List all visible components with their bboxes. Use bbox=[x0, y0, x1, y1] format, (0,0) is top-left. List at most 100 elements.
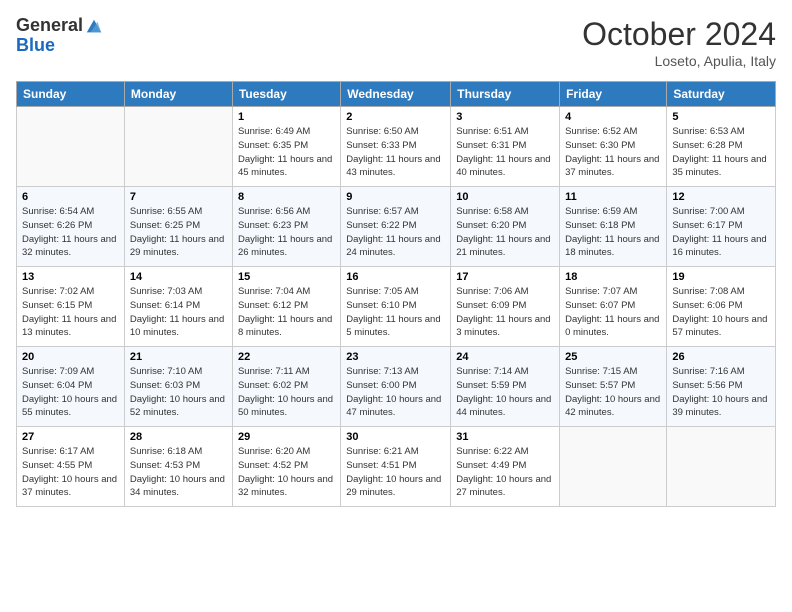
calendar-cell: 5 Sunrise: 6:53 AM Sunset: 6:28 PM Daylig… bbox=[667, 107, 776, 187]
calendar-cell: 27 Sunrise: 6:17 AM Sunset: 4:55 PM Dayli… bbox=[17, 427, 125, 507]
logo: General Blue bbox=[16, 16, 103, 56]
logo-general: General bbox=[16, 16, 83, 36]
calendar-cell: 28Sunrise: 6:18 AM Sunset: 4:53 PM Dayli… bbox=[124, 427, 232, 507]
calendar-cell: 15 Sunrise: 7:04 AM Sunset: 6:12 PM Dayli… bbox=[232, 267, 340, 347]
day-info: Sunrise: 6:18 AM Sunset: 4:53 PM Dayligh… bbox=[130, 445, 227, 500]
day-info: Sunrise: 7:02 AM Sunset: 6:15 PM Dayligh… bbox=[22, 285, 119, 340]
day-number: 31 bbox=[456, 431, 554, 443]
calendar-cell bbox=[124, 107, 232, 187]
day-number: 27 bbox=[22, 431, 119, 443]
location-subtitle: Loseto, Apulia, Italy bbox=[582, 53, 776, 69]
calendar-cell: 17 Sunrise: 7:06 AM Sunset: 6:09 PM Dayli… bbox=[451, 267, 560, 347]
day-number: 12 bbox=[672, 191, 770, 203]
day-number: 24 bbox=[456, 351, 554, 363]
day-info: Sunrise: 7:05 AM Sunset: 6:10 PM Dayligh… bbox=[346, 285, 445, 340]
day-info: Sunrise: 7:14 AM Sunset: 5:59 PM Dayligh… bbox=[456, 365, 554, 420]
day-info: Sunrise: 6:54 AM Sunset: 6:26 PM Dayligh… bbox=[22, 205, 119, 260]
day-number: 1 bbox=[238, 111, 335, 123]
day-info: Sunrise: 7:11 AM Sunset: 6:02 PM Dayligh… bbox=[238, 365, 335, 420]
calendar-week-1: 6 Sunrise: 6:54 AM Sunset: 6:26 PM Daylig… bbox=[17, 187, 776, 267]
title-block: October 2024 Loseto, Apulia, Italy bbox=[582, 16, 776, 69]
day-info: Sunrise: 7:04 AM Sunset: 6:12 PM Dayligh… bbox=[238, 285, 335, 340]
day-number: 14 bbox=[130, 271, 227, 283]
calendar-week-4: 27 Sunrise: 6:17 AM Sunset: 4:55 PM Dayli… bbox=[17, 427, 776, 507]
calendar-cell: 11 Sunrise: 6:59 AM Sunset: 6:18 PM Dayli… bbox=[560, 187, 667, 267]
day-info: Sunrise: 6:51 AM Sunset: 6:31 PM Dayligh… bbox=[456, 125, 554, 180]
day-info: Sunrise: 7:07 AM Sunset: 6:07 PM Dayligh… bbox=[565, 285, 661, 340]
day-number: 25 bbox=[565, 351, 661, 363]
header-cell-thursday: Thursday bbox=[451, 82, 560, 107]
calendar-week-3: 20Sunrise: 7:09 AM Sunset: 6:04 PM Dayli… bbox=[17, 347, 776, 427]
calendar-week-0: 1 Sunrise: 6:49 AM Sunset: 6:35 PM Daylig… bbox=[17, 107, 776, 187]
calendar-cell: 10Sunrise: 6:58 AM Sunset: 6:20 PM Dayli… bbox=[451, 187, 560, 267]
header-cell-friday: Friday bbox=[560, 82, 667, 107]
day-number: 11 bbox=[565, 191, 661, 203]
calendar-body: 1 Sunrise: 6:49 AM Sunset: 6:35 PM Daylig… bbox=[17, 107, 776, 507]
day-number: 5 bbox=[672, 111, 770, 123]
day-info: Sunrise: 7:06 AM Sunset: 6:09 PM Dayligh… bbox=[456, 285, 554, 340]
day-number: 18 bbox=[565, 271, 661, 283]
day-number: 15 bbox=[238, 271, 335, 283]
calendar-cell: 16 Sunrise: 7:05 AM Sunset: 6:10 PM Dayli… bbox=[341, 267, 451, 347]
calendar-header: SundayMondayTuesdayWednesdayThursdayFrid… bbox=[17, 82, 776, 107]
calendar-cell: 20Sunrise: 7:09 AM Sunset: 6:04 PM Dayli… bbox=[17, 347, 125, 427]
calendar-cell: 23 Sunrise: 7:13 AM Sunset: 6:00 PM Dayli… bbox=[341, 347, 451, 427]
header-cell-sunday: Sunday bbox=[17, 82, 125, 107]
day-info: Sunrise: 7:03 AM Sunset: 6:14 PM Dayligh… bbox=[130, 285, 227, 340]
day-info: Sunrise: 6:55 AM Sunset: 6:25 PM Dayligh… bbox=[130, 205, 227, 260]
calendar-cell: 26Sunrise: 7:16 AM Sunset: 5:56 PM Dayli… bbox=[667, 347, 776, 427]
logo-text: General Blue bbox=[16, 16, 103, 56]
calendar-cell: 2 Sunrise: 6:50 AM Sunset: 6:33 PM Daylig… bbox=[341, 107, 451, 187]
day-number: 9 bbox=[346, 191, 445, 203]
calendar-week-2: 13Sunrise: 7:02 AM Sunset: 6:15 PM Dayli… bbox=[17, 267, 776, 347]
calendar-cell: 25Sunrise: 7:15 AM Sunset: 5:57 PM Dayli… bbox=[560, 347, 667, 427]
day-number: 2 bbox=[346, 111, 445, 123]
day-info: Sunrise: 6:22 AM Sunset: 4:49 PM Dayligh… bbox=[456, 445, 554, 500]
calendar-cell: 31 Sunrise: 6:22 AM Sunset: 4:49 PM Dayli… bbox=[451, 427, 560, 507]
calendar-cell: 24 Sunrise: 7:14 AM Sunset: 5:59 PM Dayli… bbox=[451, 347, 560, 427]
calendar-cell bbox=[560, 427, 667, 507]
day-info: Sunrise: 6:58 AM Sunset: 6:20 PM Dayligh… bbox=[456, 205, 554, 260]
day-number: 30 bbox=[346, 431, 445, 443]
day-info: Sunrise: 6:50 AM Sunset: 6:33 PM Dayligh… bbox=[346, 125, 445, 180]
calendar-cell bbox=[17, 107, 125, 187]
day-info: Sunrise: 6:57 AM Sunset: 6:22 PM Dayligh… bbox=[346, 205, 445, 260]
calendar-cell: 3 Sunrise: 6:51 AM Sunset: 6:31 PM Daylig… bbox=[451, 107, 560, 187]
day-number: 23 bbox=[346, 351, 445, 363]
calendar-cell: 4Sunrise: 6:52 AM Sunset: 6:30 PM Daylig… bbox=[560, 107, 667, 187]
day-number: 7 bbox=[130, 191, 227, 203]
month-title: October 2024 bbox=[582, 16, 776, 53]
calendar-cell: 6 Sunrise: 6:54 AM Sunset: 6:26 PM Daylig… bbox=[17, 187, 125, 267]
calendar-cell: 7 Sunrise: 6:55 AM Sunset: 6:25 PM Daylig… bbox=[124, 187, 232, 267]
calendar-cell: 19Sunrise: 7:08 AM Sunset: 6:06 PM Dayli… bbox=[667, 267, 776, 347]
day-number: 29 bbox=[238, 431, 335, 443]
day-number: 16 bbox=[346, 271, 445, 283]
day-number: 19 bbox=[672, 271, 770, 283]
day-number: 20 bbox=[22, 351, 119, 363]
day-number: 6 bbox=[22, 191, 119, 203]
day-info: Sunrise: 6:59 AM Sunset: 6:18 PM Dayligh… bbox=[565, 205, 661, 260]
day-number: 17 bbox=[456, 271, 554, 283]
day-number: 22 bbox=[238, 351, 335, 363]
day-number: 21 bbox=[130, 351, 227, 363]
calendar-cell: 30Sunrise: 6:21 AM Sunset: 4:51 PM Dayli… bbox=[341, 427, 451, 507]
day-number: 4 bbox=[565, 111, 661, 123]
logo-blue: Blue bbox=[16, 36, 103, 56]
logo-icon bbox=[85, 18, 103, 36]
header-cell-monday: Monday bbox=[124, 82, 232, 107]
day-info: Sunrise: 6:17 AM Sunset: 4:55 PM Dayligh… bbox=[22, 445, 119, 500]
calendar-cell: 18 Sunrise: 7:07 AM Sunset: 6:07 PM Dayli… bbox=[560, 267, 667, 347]
header-cell-wednesday: Wednesday bbox=[341, 82, 451, 107]
day-info: Sunrise: 6:53 AM Sunset: 6:28 PM Dayligh… bbox=[672, 125, 770, 180]
day-info: Sunrise: 6:49 AM Sunset: 6:35 PM Dayligh… bbox=[238, 125, 335, 180]
day-info: Sunrise: 6:20 AM Sunset: 4:52 PM Dayligh… bbox=[238, 445, 335, 500]
calendar-cell bbox=[667, 427, 776, 507]
day-number: 3 bbox=[456, 111, 554, 123]
calendar-cell: 14 Sunrise: 7:03 AM Sunset: 6:14 PM Dayli… bbox=[124, 267, 232, 347]
calendar-cell: 1 Sunrise: 6:49 AM Sunset: 6:35 PM Daylig… bbox=[232, 107, 340, 187]
day-number: 8 bbox=[238, 191, 335, 203]
calendar-cell: 8Sunrise: 6:56 AM Sunset: 6:23 PM Daylig… bbox=[232, 187, 340, 267]
day-info: Sunrise: 7:16 AM Sunset: 5:56 PM Dayligh… bbox=[672, 365, 770, 420]
day-info: Sunrise: 7:13 AM Sunset: 6:00 PM Dayligh… bbox=[346, 365, 445, 420]
calendar-table: SundayMondayTuesdayWednesdayThursdayFrid… bbox=[16, 81, 776, 507]
